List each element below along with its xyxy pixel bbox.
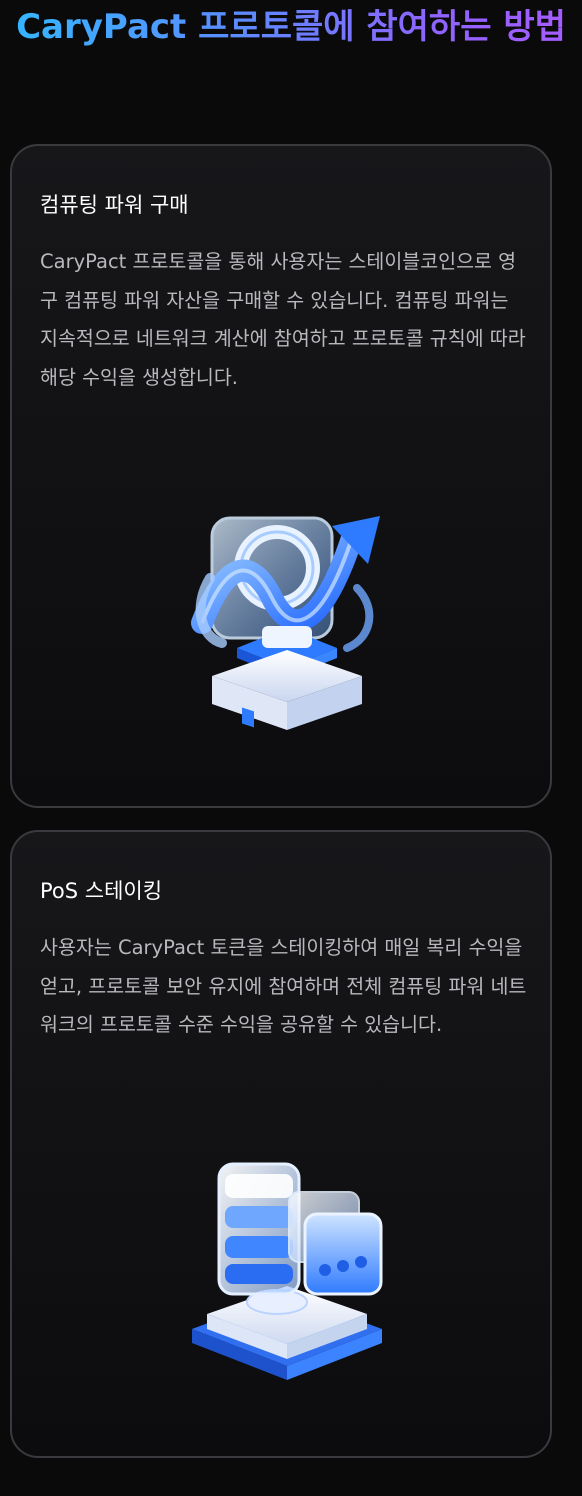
computing-power-chart-icon [191,516,380,730]
staking-database-icon [192,1162,383,1380]
card-title: PoS 스테이킹 [40,879,163,903]
card-description: 사용자는 CaryPact 토큰을 스테이킹하여 매일 복리 수익을 얻고, 프… [40,936,527,1036]
card-pos-staking: PoS 스테이킹 사용자는 CaryPact 토큰을 스테이킹하여 매일 복리 … [10,830,552,1458]
page-title: CaryPact 프로토콜에 참여하는 방법 [0,2,582,52]
card-title: 컴퓨팅 파워 구매 [40,193,189,217]
card-buy-computing-power: 컴퓨팅 파워 구매 CaryPact 프로토콜을 통해 사용자는 스테이블코인으… [10,144,552,808]
card-description: CaryPact 프로토콜을 통해 사용자는 스테이블코인으로 영구 컴퓨팅 파… [40,250,526,389]
